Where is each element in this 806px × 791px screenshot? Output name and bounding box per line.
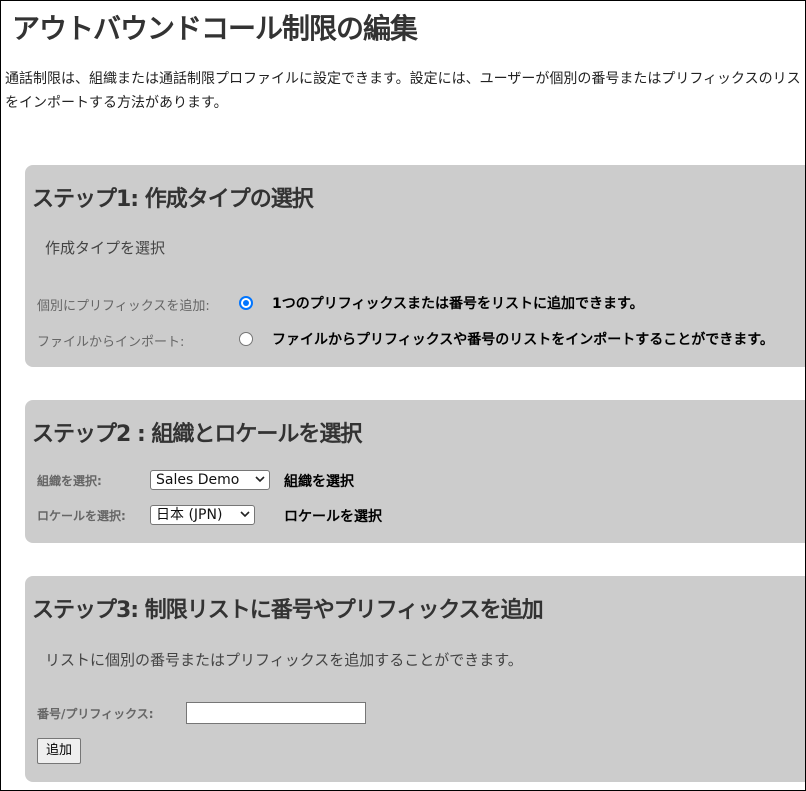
page-frame: アウトバウンドコール制限の編集 通話制限は、組織または通話制限プロファイルに設定… (0, 0, 806, 791)
org-label: 組織を選択: (37, 474, 102, 488)
number-prefix-input[interactable] (186, 702, 366, 724)
step2-panel: ステップ2 : 組織とロケールを選択 組織を選択: Sales Demo 組織を… (25, 400, 805, 543)
org-select-value: Sales Demo (156, 472, 240, 488)
step3-subtext: リストに個別の番号またはプリフィックスを追加することができます。 (45, 651, 523, 669)
locale-hint: ロケールを選択 (284, 509, 382, 525)
org-select[interactable]: Sales Demo (150, 470, 270, 490)
chevron-down-icon (240, 511, 250, 518)
number-prefix-label: 番号/プリフィックス: (37, 707, 154, 721)
org-hint: 組織を選択 (284, 474, 354, 490)
add-button[interactable]: 追加 (37, 738, 82, 764)
option-individual-label: 個別にプリフィックスを追加: (37, 299, 210, 314)
step3-panel: ステップ3: 制限リストに番号やプリフィックスを追加 リストに個別の番号またはプ… (25, 576, 805, 782)
locale-select-value: 日本 (JPN) (156, 507, 223, 523)
step1-panel: ステップ1: 作成タイプの選択 作成タイプを選択 個別にプリフィックスを追加: … (25, 165, 805, 367)
page-title: アウトバウンドコール制限の編集 (12, 12, 418, 45)
step1-subtext: 作成タイプを選択 (45, 239, 166, 257)
locale-select[interactable]: 日本 (JPN) (150, 505, 255, 525)
option-import-radio[interactable] (239, 332, 253, 346)
chevron-down-icon (255, 476, 265, 483)
step1-heading: ステップ1: 作成タイプの選択 (32, 187, 314, 212)
locale-label: ロケールを選択: (37, 509, 126, 523)
step2-heading: ステップ2 : 組織とロケールを選択 (32, 422, 362, 447)
option-individual-radio[interactable] (239, 296, 253, 310)
intro-text: 通話制限は、組織または通話制限プロファイルに設定できます。設定には、ユーザーが個… (5, 71, 806, 111)
step3-heading: ステップ3: 制限リストに番号やプリフィックスを追加 (32, 598, 544, 623)
option-import-label: ファイルからインポート: (37, 335, 185, 350)
option-individual-description: 1つのプリフィックスまたは番号をリストに追加できます。 (272, 296, 644, 312)
option-import-description: ファイルからプリフィックスや番号のリストをインポートすることができます。 (272, 332, 774, 348)
